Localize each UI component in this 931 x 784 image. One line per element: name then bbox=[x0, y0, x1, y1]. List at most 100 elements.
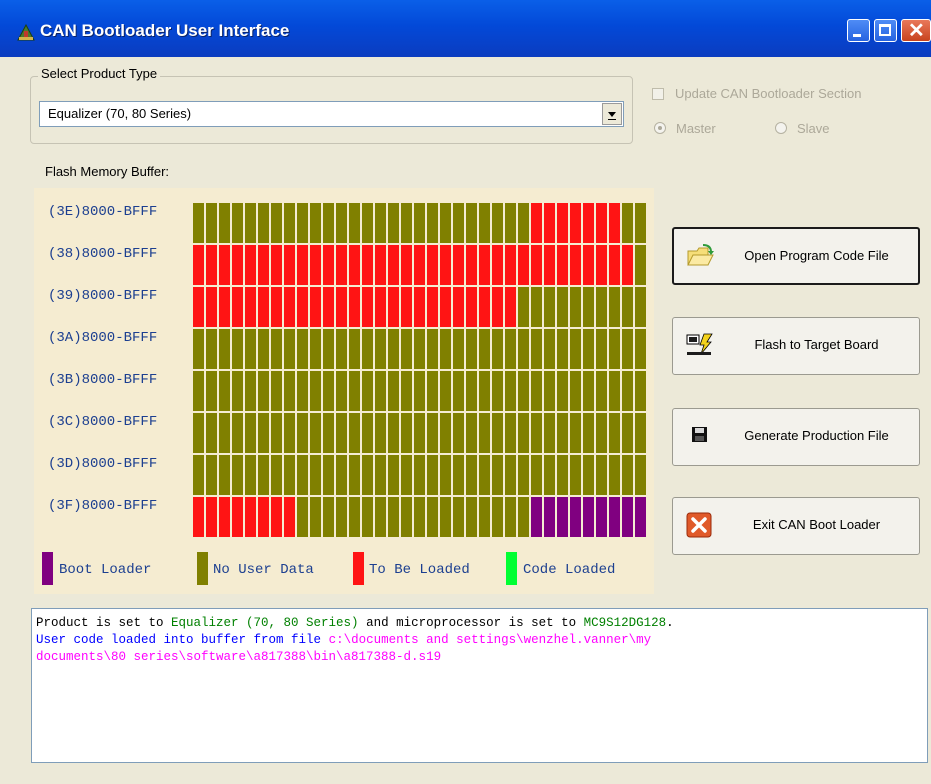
memory-grid bbox=[193, 203, 646, 537]
memory-cell bbox=[570, 455, 581, 495]
memory-cell bbox=[544, 497, 555, 537]
memory-cell bbox=[635, 287, 646, 327]
memory-cell bbox=[297, 329, 308, 369]
memory-cell bbox=[440, 203, 451, 243]
legend-swatch-to-be-loaded bbox=[353, 552, 364, 585]
slave-radio[interactable] bbox=[775, 122, 787, 134]
memory-cell bbox=[271, 371, 282, 411]
flash-to-target-board-button[interactable]: Flash to Target Board bbox=[672, 317, 920, 375]
exit-x-icon bbox=[686, 512, 712, 538]
memory-cell bbox=[622, 245, 633, 285]
open-program-code-file-button[interactable]: Open Program Code File bbox=[672, 227, 920, 285]
memory-cell bbox=[401, 413, 412, 453]
memory-cell bbox=[414, 245, 425, 285]
memory-cell bbox=[557, 413, 568, 453]
memory-cell bbox=[336, 455, 347, 495]
memory-cell bbox=[583, 371, 594, 411]
update-bootloader-label: Update CAN Bootloader Section bbox=[675, 86, 862, 101]
memory-cell bbox=[349, 245, 360, 285]
memory-cell bbox=[557, 203, 568, 243]
status-log[interactable]: Product is set to Equalizer (70, 80 Seri… bbox=[31, 608, 928, 763]
memory-cell bbox=[232, 245, 243, 285]
memory-cell bbox=[557, 497, 568, 537]
memory-cell bbox=[622, 203, 633, 243]
memory-cell bbox=[453, 455, 464, 495]
memory-cell bbox=[570, 413, 581, 453]
memory-cell bbox=[401, 455, 412, 495]
memory-cell bbox=[336, 287, 347, 327]
dropdown-underline bbox=[608, 119, 616, 120]
memory-cell bbox=[622, 455, 633, 495]
maximize-button[interactable] bbox=[874, 19, 897, 42]
memory-cell bbox=[492, 455, 503, 495]
memory-cell bbox=[258, 203, 269, 243]
memory-cell bbox=[492, 245, 503, 285]
memory-cell bbox=[284, 287, 295, 327]
memory-cell bbox=[401, 371, 412, 411]
legend-swatch-no-user-data bbox=[197, 552, 208, 585]
memory-cell bbox=[258, 455, 269, 495]
memory-cell bbox=[479, 203, 490, 243]
close-button[interactable]: ✕ bbox=[901, 19, 931, 42]
memory-cell bbox=[362, 245, 373, 285]
memory-cell bbox=[401, 287, 412, 327]
memory-cell bbox=[414, 371, 425, 411]
memory-cell bbox=[505, 287, 516, 327]
memory-cell bbox=[531, 245, 542, 285]
memory-cell bbox=[388, 413, 399, 453]
memory-cell bbox=[518, 287, 529, 327]
log-line: documents\80 series\software\a817388\bin… bbox=[36, 649, 923, 666]
memory-cell bbox=[583, 329, 594, 369]
memory-cell bbox=[258, 497, 269, 537]
memory-cell bbox=[349, 203, 360, 243]
memory-cell bbox=[232, 413, 243, 453]
memory-cell bbox=[297, 455, 308, 495]
open-folder-icon bbox=[687, 244, 714, 266]
product-type-dropdown[interactable]: Equalizer (70, 80 Series) bbox=[39, 101, 624, 127]
window-title: CAN Bootloader User Interface bbox=[40, 21, 290, 40]
title-bar[interactable]: CAN Bootloader User Interface ✕ bbox=[0, 0, 931, 57]
memory-cell bbox=[531, 287, 542, 327]
memory-cell bbox=[544, 245, 555, 285]
flash-to-target-board-label: Flash to Target Board bbox=[754, 337, 879, 352]
memory-cell bbox=[557, 371, 568, 411]
memory-cell bbox=[375, 203, 386, 243]
memory-cell bbox=[427, 329, 438, 369]
memory-cell bbox=[375, 287, 386, 327]
memory-cell bbox=[427, 413, 438, 453]
memory-cell bbox=[271, 329, 282, 369]
memory-cell bbox=[388, 287, 399, 327]
minimize-button[interactable] bbox=[847, 19, 870, 42]
memory-cell bbox=[505, 413, 516, 453]
exit-can-boot-loader-button[interactable]: Exit CAN Boot Loader bbox=[672, 497, 920, 555]
memory-cell bbox=[440, 371, 451, 411]
memory-cell bbox=[466, 413, 477, 453]
dropdown-button[interactable] bbox=[602, 103, 622, 125]
update-bootloader-checkbox[interactable] bbox=[652, 88, 664, 100]
memory-cell bbox=[492, 497, 503, 537]
memory-cell bbox=[284, 329, 295, 369]
memory-cell bbox=[219, 329, 230, 369]
memory-cell bbox=[518, 497, 529, 537]
log-text: User code loaded into buffer from file bbox=[36, 633, 329, 647]
memory-cell bbox=[310, 329, 321, 369]
memory-cell bbox=[284, 203, 295, 243]
master-radio[interactable] bbox=[654, 122, 666, 134]
memory-cell bbox=[466, 245, 477, 285]
memory-cell bbox=[323, 245, 334, 285]
memory-cell bbox=[245, 203, 256, 243]
memory-cell bbox=[609, 371, 620, 411]
memory-cell bbox=[284, 371, 295, 411]
memory-cell bbox=[635, 455, 646, 495]
row-label: (3D)8000-BFFF bbox=[48, 456, 158, 472]
memory-cell bbox=[427, 287, 438, 327]
memory-cell bbox=[414, 413, 425, 453]
memory-cell bbox=[310, 245, 321, 285]
memory-cell bbox=[193, 455, 204, 495]
memory-cell bbox=[414, 203, 425, 243]
memory-cell bbox=[557, 287, 568, 327]
generate-production-file-button[interactable]: Generate Production File bbox=[672, 408, 920, 466]
memory-cell bbox=[245, 371, 256, 411]
memory-cell bbox=[297, 413, 308, 453]
memory-cell bbox=[596, 413, 607, 453]
